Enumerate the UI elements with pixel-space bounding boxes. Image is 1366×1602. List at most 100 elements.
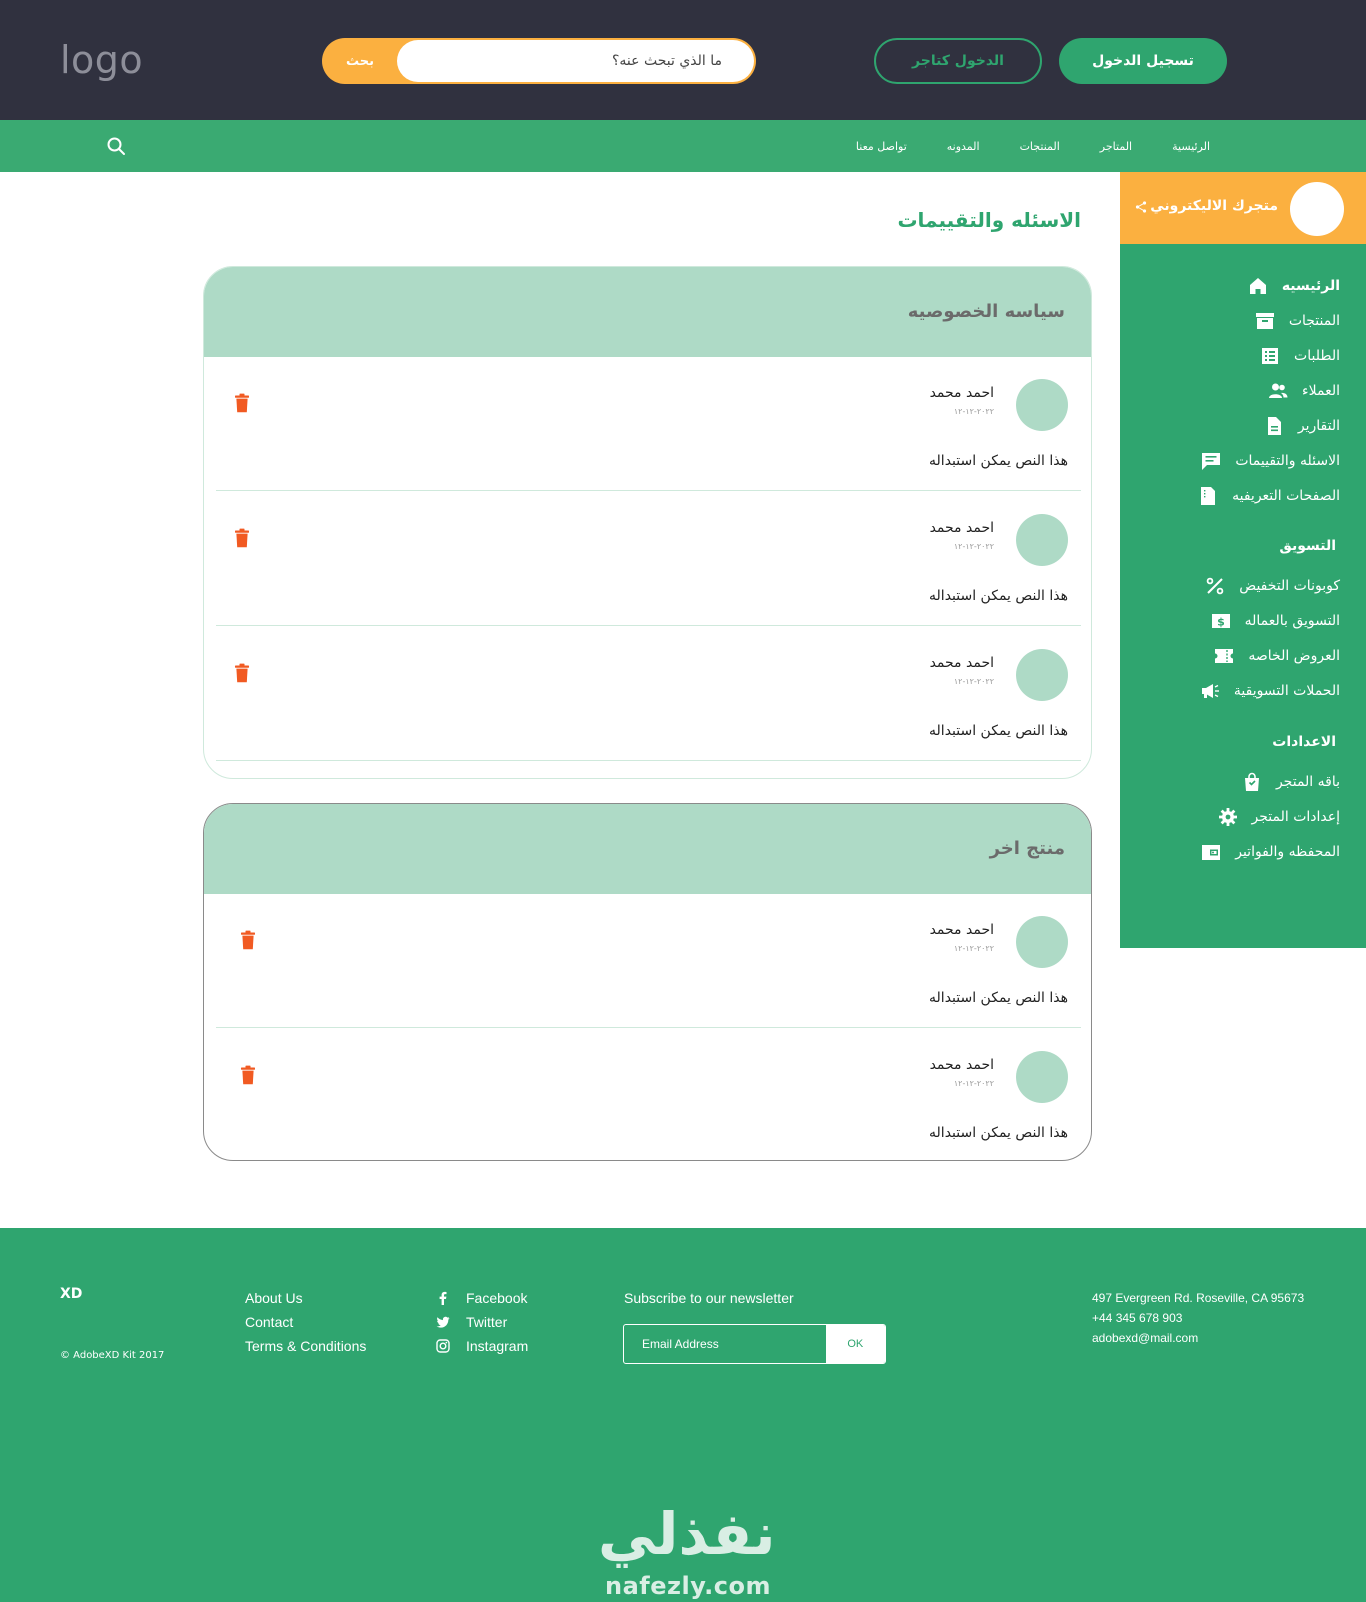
social-link-facebook[interactable]: Facebook	[436, 1286, 528, 1310]
section-title: منتج اخر	[989, 838, 1065, 859]
footer-email: adobexd@mail.com	[1092, 1331, 1199, 1345]
social-label: Facebook	[466, 1290, 528, 1306]
page-title: الاسئله والتقييمات	[897, 208, 1081, 232]
reviewer-name: احمد محمد	[929, 520, 994, 536]
watermark-arabic: نفذلي	[598, 1500, 776, 1568]
sidebar-item-label: العروض الخاصه	[1248, 648, 1340, 664]
footer-link-contact[interactable]: Contact	[245, 1310, 366, 1334]
trash-icon[interactable]	[234, 393, 250, 413]
svg-text:$: $	[1217, 616, 1225, 629]
sidebar-item-label: العملاء	[1302, 383, 1340, 399]
reviewer-avatar	[1016, 379, 1068, 431]
footer-social: Facebook Twitter Instagram	[436, 1286, 528, 1358]
footer-copyright: © AdobeXD Kit 2017	[60, 1350, 165, 1361]
logo[interactable]: logo	[60, 38, 143, 82]
trash-icon[interactable]	[234, 663, 250, 683]
review-item: احمد محمد ٢٠٢٢-١٢-١٢ هذا النص يمكن استبد…	[216, 627, 1081, 761]
footer-address: 497 Evergreen Rd. Roseville, CA 95673	[1092, 1291, 1305, 1305]
search-input-wrapper	[397, 40, 754, 82]
reviewer-name: احمد محمد	[929, 655, 994, 671]
sidebar-item-offers[interactable]: العروض الخاصه	[1214, 644, 1340, 668]
sidebar-section-marketing: التسويق	[1279, 538, 1336, 554]
main-nav: الرئيسية المتاجر المنتجات المدونه تواصل …	[0, 120, 1366, 172]
instagram-icon	[436, 1339, 450, 1353]
sidebar-item-orders[interactable]: الطلبات	[1260, 344, 1340, 368]
review-text: هذا النص يمكن استبداله	[929, 723, 1068, 739]
footer-brand: XD	[60, 1286, 83, 1302]
sidebar-item-wallet[interactable]: المحفظه والفواتير	[1201, 840, 1340, 864]
sidebar-item-store-settings[interactable]: إعدادات المتجر	[1218, 805, 1340, 829]
search-button[interactable]: بحث	[322, 38, 398, 84]
sidebar-item-label: إعدادات المتجر	[1251, 809, 1340, 825]
share-icon[interactable]	[1134, 200, 1148, 214]
sidebar-item-customers[interactable]: العملاء	[1268, 379, 1340, 403]
sidebar-item-pages[interactable]: الصفحات التعريفيه	[1198, 484, 1340, 508]
section-header: منتج اخر	[204, 804, 1091, 894]
sidebar-item-store-plan[interactable]: باقه المتجر	[1242, 770, 1340, 794]
archive-icon	[1255, 313, 1274, 329]
newsletter-email-input[interactable]	[624, 1325, 826, 1363]
megaphone-icon	[1201, 684, 1219, 698]
review-date: ٢٠٢٢-١٢-١٢	[953, 944, 994, 953]
sidebar-item-label: الاسئله والتقييمات	[1235, 453, 1340, 469]
sidebar-item-label: المحفظه والفواتير	[1235, 844, 1340, 860]
sidebar-item-products[interactable]: المنتجات	[1255, 309, 1340, 333]
store-header: متجرك الاليكتروني	[1120, 172, 1366, 244]
sidebar-item-questions-reviews[interactable]: الاسئله والتقييمات	[1201, 449, 1340, 473]
newsletter-title: Subscribe to our newsletter	[624, 1290, 794, 1306]
sidebar-item-label: باقه المتجر	[1275, 774, 1340, 790]
review-text: هذا النص يمكن استبداله	[929, 453, 1068, 469]
search-input[interactable]	[397, 40, 754, 82]
gear-icon	[1218, 808, 1237, 826]
percent-icon	[1206, 577, 1224, 595]
review-section-card: منتج اخر احمد محمد ٢٠٢٢-١٢-١٢ هذا النص ي…	[203, 803, 1092, 1161]
store-avatar[interactable]	[1290, 182, 1344, 236]
footer-link-terms[interactable]: Terms & Conditions	[245, 1334, 366, 1358]
sidebar-item-campaigns[interactable]: الحملات التسويقية	[1200, 679, 1340, 703]
sidebar-item-reports[interactable]: التقارير	[1264, 414, 1340, 438]
sidebar-item-label: الطلبات	[1294, 348, 1340, 364]
sidebar-item-label: التقارير	[1297, 418, 1340, 434]
sidebar-item-label: الرئيسيه	[1281, 278, 1340, 294]
facebook-icon	[439, 1291, 447, 1305]
review-date: ٢٠٢٢-١٢-١٢	[953, 1079, 994, 1088]
sidebar-item-label: التسويق بالعماله	[1244, 613, 1340, 629]
nav-link-contact[interactable]: تواصل معنا	[856, 140, 907, 153]
review-item: احمد محمد ٢٠٢٢-١٢-١٢ هذا النص يمكن استبد…	[216, 1029, 1081, 1160]
trash-icon[interactable]	[240, 1065, 256, 1085]
login-button[interactable]: تسجيل الدخول	[1059, 38, 1227, 84]
home-icon	[1249, 278, 1266, 294]
trash-icon[interactable]	[240, 930, 256, 950]
sidebar-section-settings: الاعدادات	[1272, 734, 1336, 750]
nav-link-home[interactable]: الرئيسية	[1172, 140, 1210, 153]
reviewer-name: احمد محمد	[929, 385, 994, 401]
nav-link-blog[interactable]: المدونه	[947, 140, 980, 153]
page-icon	[1201, 487, 1216, 505]
review-date: ٢٠٢٢-١٢-١٢	[953, 542, 994, 551]
social-link-instagram[interactable]: Instagram	[436, 1334, 528, 1358]
nav-link-stores[interactable]: المتاجر	[1100, 140, 1132, 153]
twitter-icon	[436, 1316, 450, 1328]
nav-link-products[interactable]: المنتجات	[1020, 140, 1060, 153]
nav-links: الرئيسية المتاجر المنتجات المدونه تواصل …	[856, 120, 1210, 172]
review-item: احمد محمد ٢٠٢٢-١٢-١٢ هذا النص يمكن استبد…	[216, 492, 1081, 626]
dollar-icon: $	[1211, 614, 1230, 629]
sidebar-item-affiliate[interactable]: $ التسويق بالعماله	[1211, 609, 1340, 633]
review-text: هذا النص يمكن استبداله	[929, 990, 1068, 1006]
merchant-login-button[interactable]: الدخول كتاجر	[874, 38, 1042, 84]
footer-link-about[interactable]: About Us	[245, 1286, 366, 1310]
search-icon[interactable]	[106, 136, 126, 156]
trash-icon[interactable]	[234, 528, 250, 548]
reviewer-avatar	[1016, 916, 1068, 968]
sidebar-item-home[interactable]: الرئيسيه	[1248, 274, 1340, 298]
social-link-twitter[interactable]: Twitter	[436, 1310, 528, 1334]
top-header: logo بحث الدخول كتاجر تسجيل الدخول	[0, 0, 1366, 120]
search-bar: بحث	[322, 38, 756, 84]
sidebar-item-coupons[interactable]: كوبونات التخفيض	[1205, 574, 1340, 598]
dashboard-sidebar: متجرك الاليكتروني الرئيسيه المنتجات الطل…	[1120, 172, 1366, 948]
ticket-icon	[1215, 649, 1234, 663]
footer-contact: 497 Evergreen Rd. Roseville, CA 95673 +4…	[1092, 1288, 1304, 1348]
newsletter-submit-button[interactable]: OK	[825, 1325, 885, 1363]
social-label: Instagram	[466, 1338, 529, 1354]
review-text: هذا النص يمكن استبداله	[929, 588, 1068, 604]
